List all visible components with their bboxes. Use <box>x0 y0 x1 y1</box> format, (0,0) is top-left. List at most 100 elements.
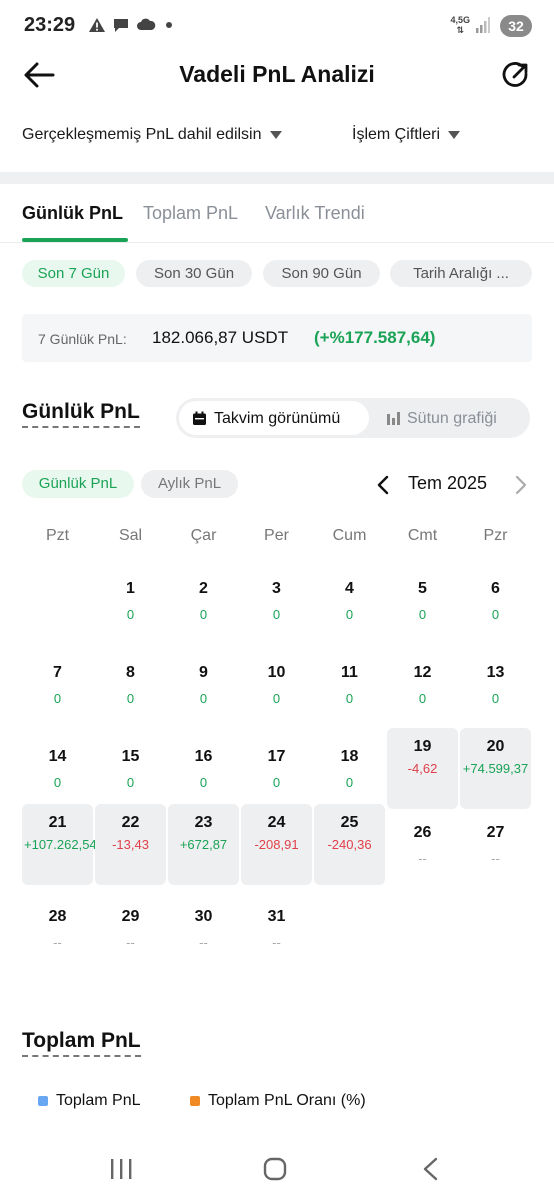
status-bar: 23:29 4,5G ⇅ 32 <box>0 0 554 52</box>
network-label: 4,5G <box>450 15 470 25</box>
calendar-day-pnl: +74.599,37 <box>462 761 529 776</box>
calendar-view-button[interactable]: Takvim görünümü <box>179 401 369 435</box>
legend-swatch-orange <box>190 1096 200 1106</box>
calendar-day-number: 20 <box>486 738 505 755</box>
calendar-day-pnl: 0 <box>272 607 281 622</box>
legend-total-pnl-label: Toplam PnL <box>56 1092 141 1109</box>
mode-daily-pnl[interactable]: Günlük PnL <box>22 470 134 498</box>
calendar-day-number: 16 <box>194 748 213 765</box>
calendar-day-pnl: -- <box>491 851 500 866</box>
unrealized-pnl-dropdown[interactable]: Gerçekleşmemiş PnL dahil edilsin <box>22 126 282 144</box>
calendar-day-pnl: -- <box>126 935 135 950</box>
calendar-day-number: 6 <box>491 580 500 597</box>
bar-chart-view-label: Sütun grafiği <box>407 410 497 427</box>
calendar-day-6[interactable]: 60 <box>460 568 531 649</box>
weekday-header: Pzt <box>45 527 70 544</box>
calendar-day-27[interactable]: 27 -- <box>460 812 531 893</box>
calendar-day-1[interactable]: 10 <box>95 568 166 649</box>
calendar-day-pnl: 0 <box>345 607 354 622</box>
share-icon[interactable] <box>502 61 530 89</box>
weekday-header: Cum <box>332 527 367 544</box>
calendar-day-28[interactable]: 28 -- <box>22 896 93 977</box>
calendar-day-pnl: 0 <box>345 691 354 706</box>
tab-divider <box>0 242 554 243</box>
summary-change: (+%177.587,64) <box>314 328 436 347</box>
calendar-day-11[interactable]: 11 0 <box>314 652 385 733</box>
dot-icon <box>166 22 172 28</box>
trading-pairs-label: İşlem Çiftleri <box>352 126 441 143</box>
calendar-day-9[interactable]: 90 <box>168 652 239 733</box>
calendar-day-pnl: 0 <box>418 691 427 706</box>
calendar-day-number: 3 <box>272 580 281 597</box>
home-icon[interactable] <box>263 1157 287 1181</box>
calendar-day-pnl: -4,62 <box>407 761 438 776</box>
calendar-day-pnl: 0 <box>53 691 62 706</box>
calendar-day-pnl: 0 <box>126 691 135 706</box>
calendar-day-4[interactable]: 40 <box>314 568 385 649</box>
tab-total-pnl[interactable]: Toplam PnL <box>143 203 238 224</box>
calendar-day-13[interactable]: 13 0 <box>460 652 531 733</box>
calendar-day-26[interactable]: 26 -- <box>387 812 458 893</box>
calendar-day-3[interactable]: 30 <box>241 568 312 649</box>
range-7-days[interactable]: Son 7 Gün <box>22 260 125 287</box>
trading-pairs-dropdown[interactable]: İşlem Çiftleri <box>352 126 461 144</box>
weekday-header: Çar <box>190 527 217 544</box>
calendar-day-pnl: -13,43 <box>112 837 149 852</box>
calendar-day-pnl: 0 <box>126 775 135 790</box>
calendar-day-number: 12 <box>413 664 432 681</box>
calendar-day-23[interactable]: 23 +672,87 <box>168 804 239 885</box>
calendar-day-pnl: 0 <box>272 775 281 790</box>
calendar-day-2[interactable]: 20 <box>168 568 239 649</box>
range-30-days[interactable]: Son 30 Gün <box>136 260 252 287</box>
calendar-day-7[interactable]: 70 <box>22 652 93 733</box>
view-toggle: Takvim görünümü Sütun grafiği <box>176 398 530 438</box>
total-pnl-heading: Toplam PnL <box>22 1029 141 1057</box>
calendar-day-8[interactable]: 80 <box>95 652 166 733</box>
calendar-day-number: 21 <box>48 814 67 831</box>
calendar-day-31[interactable]: 31 -- <box>241 896 312 977</box>
back-nav-icon[interactable] <box>421 1157 439 1181</box>
calendar-day-25[interactable]: 25 -240,36 <box>314 804 385 885</box>
calendar-day-number: 8 <box>126 664 135 681</box>
range-custom-dates[interactable]: Tarih Aralığı ... <box>390 260 532 287</box>
next-month-icon[interactable] <box>514 475 528 495</box>
calendar-day-pnl: 0 <box>491 607 500 622</box>
calendar-day-pnl: -- <box>418 851 427 866</box>
chat-icon <box>114 19 128 32</box>
battery-indicator: 32 <box>500 15 532 37</box>
calendar-day-21[interactable]: 21 +107.262,54 <box>22 804 97 885</box>
network-type: 4,5G ⇅ <box>450 15 470 35</box>
calendar-day-30[interactable]: 30 -- <box>168 896 239 977</box>
calendar-day-pnl: 0 <box>53 775 62 790</box>
calendar-day-pnl: -208,91 <box>254 837 299 852</box>
calendar-day-number: 31 <box>267 908 286 925</box>
calendar-day-number: 28 <box>48 908 67 925</box>
calendar-day-number: 22 <box>121 814 140 831</box>
calendar-day-number: 14 <box>48 748 67 765</box>
calendar-day-20[interactable]: 20 +74.599,37 <box>460 728 531 809</box>
recents-icon[interactable] <box>109 1158 133 1180</box>
bar-chart-view-button[interactable]: Sütun grafiği <box>381 401 527 435</box>
warning-icon <box>89 18 105 32</box>
calendar-day-24[interactable]: 24 -208,91 <box>241 804 312 885</box>
calendar-day-pnl: +107.262,54 <box>24 837 97 852</box>
calendar-day-number: 5 <box>418 580 427 597</box>
tab-daily-pnl[interactable]: Günlük PnL <box>22 203 123 224</box>
calendar-day-5[interactable]: 50 <box>387 568 458 649</box>
calendar-day-pnl: 0 <box>345 775 354 790</box>
calendar-day-pnl: -240,36 <box>327 837 372 852</box>
calendar-day-19[interactable]: 19 -4,62 <box>387 728 458 809</box>
calendar-day-pnl: 0 <box>272 691 281 706</box>
calendar-day-10[interactable]: 10 0 <box>241 652 312 733</box>
calendar-day-22[interactable]: 22 -13,43 <box>95 804 166 885</box>
calendar-day-29[interactable]: 29 -- <box>95 896 166 977</box>
range-90-days[interactable]: Son 90 Gün <box>263 260 380 287</box>
calendar-day-pnl: -- <box>53 935 62 950</box>
mode-monthly-pnl[interactable]: Aylık PnL <box>141 470 238 498</box>
calendar-day-number: 1 <box>126 580 135 597</box>
tab-asset-trend[interactable]: Varlık Trendi <box>265 203 365 224</box>
calendar-day-12[interactable]: 12 0 <box>387 652 458 733</box>
calendar-day-number: 9 <box>199 664 208 681</box>
prev-month-icon[interactable] <box>376 475 390 495</box>
legend-total-pnl-ratio-label: Toplam PnL Oranı (%) <box>208 1092 366 1109</box>
